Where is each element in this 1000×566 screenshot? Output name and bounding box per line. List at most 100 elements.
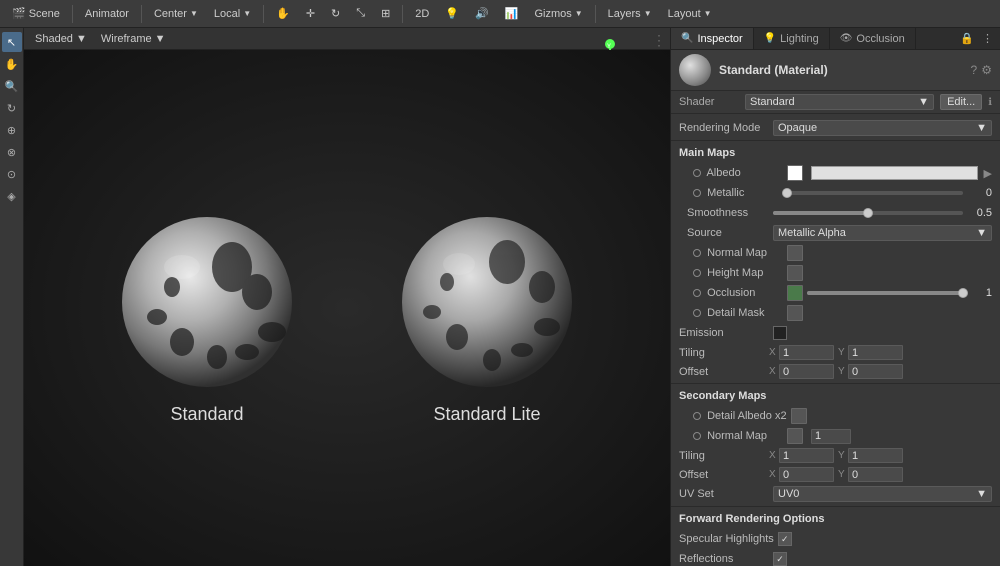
info-icon: ℹ xyxy=(988,97,992,108)
select-tool[interactable]: ↖ xyxy=(2,32,22,52)
radio-albedo xyxy=(693,169,701,177)
tiling-fields: X Y xyxy=(769,345,992,360)
animator-tab[interactable]: Animator xyxy=(79,6,135,22)
detail-normal-texture[interactable] xyxy=(787,428,803,444)
reflections-row: Reflections ✓ xyxy=(671,549,1000,566)
tab-occlusion[interactable]: 👁 Occlusion xyxy=(830,28,916,49)
detail-normal-label: Normal Map xyxy=(679,430,783,442)
center-dropdown[interactable]: Center ▼ xyxy=(148,6,204,22)
standard-lite-sphere xyxy=(397,212,577,392)
rect-tool[interactable]: ⊞ xyxy=(375,5,396,22)
albedo-color[interactable] xyxy=(811,166,978,180)
detail-mask-label: Detail Mask xyxy=(679,307,783,319)
light-button[interactable]: 💡 xyxy=(439,5,465,22)
tool6[interactable]: ⊗ xyxy=(2,142,22,162)
settings-icon[interactable]: ⚙ xyxy=(981,63,992,77)
smoothness-label: Smoothness xyxy=(679,207,769,219)
layout-button[interactable]: Layout ▼ xyxy=(662,6,718,22)
sec-tiling-x-input[interactable] xyxy=(779,448,834,463)
occlusion-slider[interactable]: 1 xyxy=(807,287,992,299)
normal-texture[interactable] xyxy=(787,245,803,261)
inspector-panel: 🔍 Inspector 💡 Lighting 👁 Occlusion 🔒 ⋮ S… xyxy=(670,28,1000,566)
height-texture[interactable] xyxy=(787,265,803,281)
move-view-tool[interactable]: ✋ xyxy=(2,54,22,74)
chevron-icon: ▼ xyxy=(190,9,198,18)
offset-fields: X Y xyxy=(769,364,992,379)
divider-main-maps xyxy=(671,140,1000,141)
occlusion-texture[interactable] xyxy=(787,285,803,301)
tab-lighting[interactable]: 💡 Lighting xyxy=(754,28,830,49)
albedo-arrow: ▶ xyxy=(984,167,992,180)
divider-2 xyxy=(141,5,142,23)
wireframe-dropdown[interactable]: Wireframe ▼ xyxy=(96,32,171,46)
uv-set-dropdown[interactable]: UV0 ▼ xyxy=(773,486,992,502)
specular-checkbox[interactable]: ✓ xyxy=(778,532,792,546)
layers-button[interactable]: Layers ▼ xyxy=(602,6,658,22)
shaded-dropdown[interactable]: Shaded ▼ xyxy=(30,32,92,46)
tiling-row: Tiling X Y xyxy=(671,343,1000,362)
tool7[interactable]: ⊙ xyxy=(2,164,22,184)
edit-button[interactable]: Edit... xyxy=(940,94,982,110)
main-maps-label: Main Maps xyxy=(679,147,769,159)
tiling-y-input[interactable] xyxy=(848,345,903,360)
offset-x-input[interactable] xyxy=(779,364,834,379)
uv-set-row: UV Set UV0 ▼ xyxy=(671,484,1000,504)
material-header-icons: ? ⚙ xyxy=(971,63,992,77)
tiling-x-input[interactable] xyxy=(779,345,834,360)
scale-tool[interactable]: ⤡ xyxy=(350,5,371,22)
gizmos-button[interactable]: Gizmos ▼ xyxy=(528,6,588,22)
source-row: Source Metallic Alpha ▼ xyxy=(671,223,1000,243)
dropdown-arrow-src: ▼ xyxy=(976,227,987,239)
detail-normal-value[interactable] xyxy=(811,429,851,444)
stats-button[interactable]: 📊 xyxy=(499,5,525,22)
chevron-icon-2: ▼ xyxy=(243,9,251,18)
sec-offset-y-field: Y xyxy=(838,467,903,482)
smoothness-slider[interactable]: 0.5 xyxy=(773,207,992,219)
help-icon[interactable]: ? xyxy=(971,63,978,77)
tab-inspector[interactable]: 🔍 Inspector xyxy=(671,28,754,49)
sec-offset-y-input[interactable] xyxy=(848,467,903,482)
scene-tab[interactable]: 🎬 Scene xyxy=(6,5,66,22)
albedo-label: Albedo xyxy=(679,167,783,179)
albedo-row: Albedo ▶ xyxy=(671,163,1000,183)
main-maps-header: Main Maps xyxy=(671,143,1000,163)
emission-color[interactable] xyxy=(773,326,787,340)
top-bar: 🎬 Scene Animator Center ▼ Local ▼ ✋ ✛ ↻ … xyxy=(0,0,1000,28)
albedo-texture[interactable] xyxy=(787,165,803,181)
sec-offset-x-input[interactable] xyxy=(779,467,834,482)
hand-tool[interactable]: ✋ xyxy=(270,5,296,22)
material-preview xyxy=(679,54,711,86)
viewport-canvas: Standard xyxy=(24,50,670,566)
tool5[interactable]: ⊕ xyxy=(2,120,22,140)
metallic-slider[interactable]: 0 xyxy=(787,187,992,199)
occlusion-icon: 👁 xyxy=(840,33,853,44)
source-dropdown[interactable]: Metallic Alpha ▼ xyxy=(773,225,992,241)
rendering-mode-dropdown[interactable]: Opaque ▼ xyxy=(773,120,992,136)
material-header: Standard (Material) ? ⚙ xyxy=(671,50,1000,91)
zoom-tool[interactable]: 🔍 xyxy=(2,76,22,96)
tool8[interactable]: ◈ xyxy=(2,186,22,206)
reflections-checkbox[interactable]: ✓ xyxy=(773,552,787,566)
lock-btn[interactable]: 🔒 xyxy=(957,30,977,47)
rotate-tool[interactable]: ↻ xyxy=(325,5,346,22)
height-map-row: Height Map xyxy=(671,263,1000,283)
orbit-tool[interactable]: ↻ xyxy=(2,98,22,118)
radio-detail-normal xyxy=(693,432,701,440)
reflections-label: Reflections xyxy=(679,553,769,565)
shader-row: Shader Standard ▼ Edit... ℹ xyxy=(671,91,1000,114)
sec-offset-fields: X Y xyxy=(769,467,992,482)
2d-button[interactable]: 2D xyxy=(409,6,435,22)
sec-tiling-y-input[interactable] xyxy=(848,448,903,463)
viewport-menu[interactable]: ⋮ xyxy=(652,32,666,49)
detail-texture[interactable] xyxy=(787,305,803,321)
local-dropdown[interactable]: Local ▼ xyxy=(208,6,257,22)
detail-albedo-texture[interactable] xyxy=(791,408,807,424)
shader-dropdown[interactable]: Standard ▼ xyxy=(745,94,934,110)
radio-height xyxy=(693,269,701,277)
divider-4 xyxy=(402,5,403,23)
offset-y-input[interactable] xyxy=(848,364,903,379)
audio-button[interactable]: 🔊 xyxy=(469,5,495,22)
more-btn[interactable]: ⋮ xyxy=(979,30,996,47)
standard-sphere xyxy=(117,212,297,392)
move-tool[interactable]: ✛ xyxy=(300,5,321,22)
